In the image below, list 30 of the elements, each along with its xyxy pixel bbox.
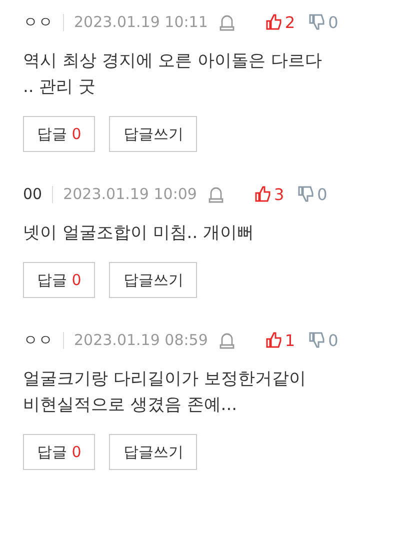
comment-text: 얼굴크기랑 다리길이가 보정한거같이 비현실적으로 생겼음 존예... [23, 368, 307, 417]
like-count: 2 [284, 12, 296, 32]
write-reply-button[interactable]: 답글쓰기 [109, 116, 198, 152]
bell-icon[interactable] [218, 331, 236, 349]
write-reply-button[interactable]: 답글쓰기 [109, 434, 198, 470]
comment-text: 넷이 얼굴조합이 미침.. 개이뻐 [23, 222, 256, 245]
comment-date: 2023.01.19 10:09 [63, 185, 197, 203]
replies-button[interactable]: 답글 0 [23, 434, 96, 470]
comment-author: 00 [23, 185, 42, 203]
dislike-count: 0 [317, 184, 328, 204]
comment-author: ㅇㅇ [23, 330, 53, 350]
thumbs-down-icon[interactable] [309, 332, 326, 348]
comment-author: ㅇㅇ [23, 12, 53, 32]
write-reply-button[interactable]: 답글쓰기 [109, 262, 198, 298]
comment-date: 2023.01.19 08:59 [74, 331, 208, 349]
thumbs-down-icon[interactable] [298, 186, 314, 202]
thumbs-up-icon[interactable] [266, 332, 282, 348]
replies-button[interactable]: 답글 0 [23, 116, 96, 152]
comment-text: 역시 최상 경지에 오른 아이돌은 다르다 .. 관리 굿 [23, 50, 324, 99]
like-count: 1 [284, 330, 296, 350]
comment-date: 2023.01.19 10:11 [74, 13, 208, 31]
dislike-count: 0 [328, 12, 338, 32]
thumbs-up-icon[interactable] [266, 14, 282, 30]
like-count: 3 [274, 184, 284, 204]
dislike-count: 0 [328, 330, 338, 350]
bell-icon[interactable] [218, 13, 236, 31]
thumbs-down-icon[interactable] [309, 14, 326, 30]
thumbs-up-icon[interactable] [254, 186, 271, 202]
replies-button[interactable]: 답글 0 [23, 262, 96, 298]
bell-icon[interactable] [206, 185, 225, 203]
